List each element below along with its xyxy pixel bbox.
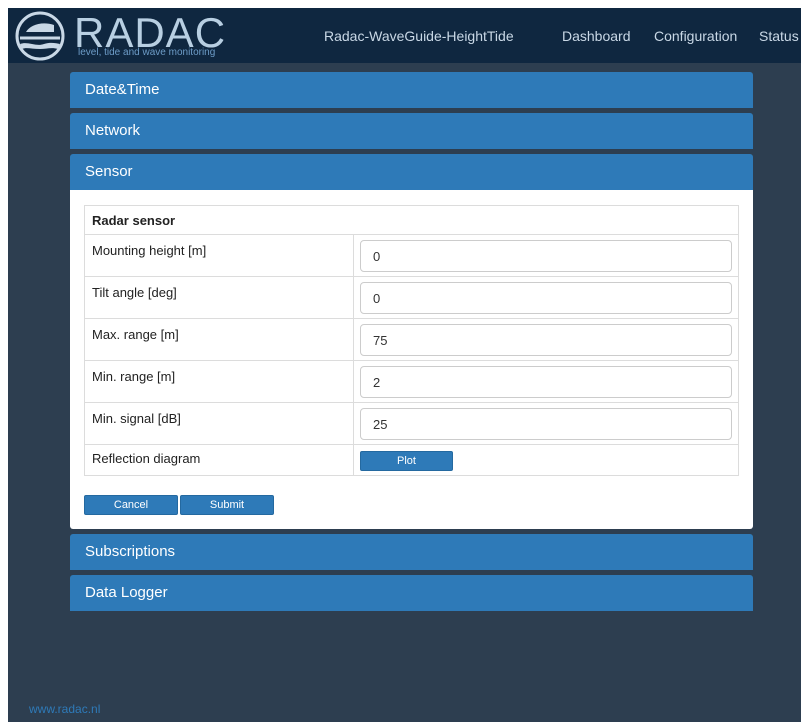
app-frame: RADAC level, tide and wave monitoring Ra… (8, 8, 801, 722)
nav-status[interactable]: Status (759, 28, 799, 44)
tilt-angle-label: Tilt angle [deg] (84, 276, 354, 319)
panel-subscriptions-header[interactable]: Subscriptions (70, 534, 753, 570)
table-header-row: Radar sensor (84, 205, 739, 235)
brand-tagline: level, tide and wave monitoring (78, 47, 216, 58)
panel-sensor-header[interactable]: Sensor (70, 154, 753, 190)
mounting-height-label: Mounting height [m] (84, 234, 354, 277)
panel-datalogger-header[interactable]: Data Logger (70, 575, 753, 611)
sensor-table: Radar sensor Mounting height [m] Tilt an… (84, 205, 739, 476)
submit-button[interactable]: Submit (180, 495, 274, 515)
table-row: Reflection diagram Plot (84, 444, 739, 476)
table-row: Max. range [m] (84, 318, 739, 361)
min-range-input[interactable] (360, 366, 732, 398)
min-signal-label: Min. signal [dB] (84, 402, 354, 445)
max-range-input[interactable] (360, 324, 732, 356)
device-title: Radac-WaveGuide-HeightTide (324, 28, 514, 44)
reflection-diagram-label: Reflection diagram (84, 444, 354, 476)
nav-configuration[interactable]: Configuration (654, 28, 737, 44)
navbar: RADAC level, tide and wave monitoring Ra… (8, 8, 801, 63)
brand-name: RADAC (74, 9, 227, 56)
section-title: Radar sensor (84, 205, 739, 235)
table-row: Tilt angle [deg] (84, 276, 739, 319)
footer-website-link[interactable]: www.radac.nl (29, 702, 100, 716)
radac-logo-icon (15, 11, 65, 61)
cancel-button[interactable]: Cancel (84, 495, 178, 515)
table-row: Mounting height [m] (84, 234, 739, 277)
panel-datetime-header[interactable]: Date&Time (70, 72, 753, 108)
table-row: Min. range [m] (84, 360, 739, 403)
table-row: Min. signal [dB] (84, 402, 739, 445)
min-signal-input[interactable] (360, 408, 732, 440)
min-range-label: Min. range [m] (84, 360, 354, 403)
sensor-panel-body: Radar sensor Mounting height [m] Tilt an… (70, 190, 753, 529)
tilt-angle-input[interactable] (360, 282, 732, 314)
plot-button[interactable]: Plot (360, 450, 453, 471)
max-range-label: Max. range [m] (84, 318, 354, 361)
mounting-height-input[interactable] (360, 240, 732, 272)
nav-dashboard[interactable]: Dashboard (562, 28, 631, 44)
panel-network-header[interactable]: Network (70, 113, 753, 149)
